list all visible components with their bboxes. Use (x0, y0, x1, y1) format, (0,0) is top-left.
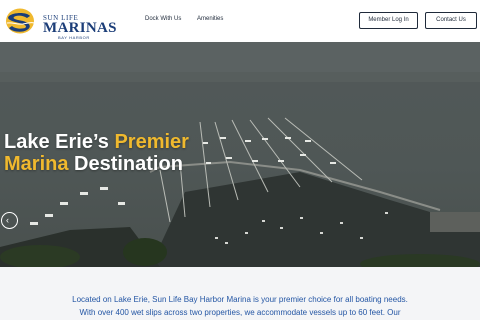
chevron-left-icon: ‹ (6, 215, 9, 225)
hero-title: Lake Erie’s Premier Marina Destination (4, 131, 189, 175)
intro-section: Located on Lake Erie, Sun Life Bay Harbo… (0, 267, 480, 320)
hero-banner: Lake Erie’s Premier Marina Destination ‹ (0, 42, 480, 267)
hero-title-highlight1: Premier (114, 131, 189, 153)
logo-mark-icon (6, 8, 35, 34)
hero-title-part2: Destination (68, 153, 183, 175)
intro-text-line1: Located on Lake Erie, Sun Life Bay Harbo… (72, 295, 408, 304)
slider-prev-button[interactable]: ‹ (1, 212, 18, 229)
nav-dock-with-us[interactable]: Dock With Us (145, 16, 181, 22)
hero-title-part1: Lake Erie’s (4, 131, 115, 153)
contact-us-button[interactable]: Contact Us (425, 12, 477, 29)
nav-amenities[interactable]: Amenities (197, 16, 223, 22)
hero-title-highlight2: Marina (4, 153, 69, 175)
brand-logo[interactable]: SUN LIFE MARINAS BAY HARBOR (5, 7, 116, 40)
brand-line3: BAY HARBOR (58, 35, 90, 40)
intro-text-line2: With over 400 wet slips across two prope… (79, 308, 401, 317)
site-header: SUN LIFE MARINAS BAY HARBOR Dock With Us… (0, 0, 480, 42)
member-login-button[interactable]: Member Log In (359, 12, 418, 29)
